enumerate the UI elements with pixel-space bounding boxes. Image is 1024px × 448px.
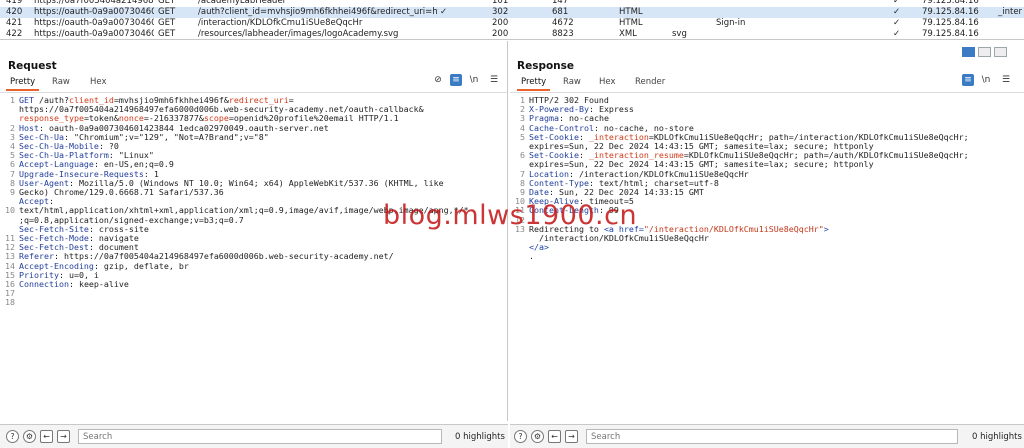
history-cell-ext: svg xyxy=(672,29,687,39)
request-search-input[interactable] xyxy=(78,429,442,444)
previous-arrow-icon[interactable]: ← xyxy=(40,430,53,443)
history-cell-num: 420 xyxy=(6,7,23,17)
history-cell-url: /interaction/KDLOfkCmu1iSUe8eQqcHr xyxy=(198,18,363,28)
history-cell-check2: ✓ xyxy=(893,18,901,28)
request-pane: Request Pretty Raw Hex ⊘ ≡ \n ☰ 1 GET /au… xyxy=(0,41,508,421)
code-line: Connection: keep-alive xyxy=(19,279,129,289)
history-cell-status: 101 xyxy=(492,0,509,6)
code-token-tag2: > xyxy=(823,223,829,234)
history-cell-host: https://oauth-0a9a00730460... xyxy=(34,18,154,28)
response-tab-render[interactable]: Render xyxy=(631,77,669,91)
history-cell-num: 419 xyxy=(6,0,23,6)
line-number: 1 xyxy=(10,95,15,105)
history-cell-mime: XML xyxy=(619,29,637,39)
response-title: Response xyxy=(517,60,575,72)
code-token-v: : gzip, deflate, br xyxy=(93,260,189,271)
history-cell-title: Sign-in xyxy=(716,18,746,28)
newline-icon[interactable]: \n xyxy=(468,74,480,86)
wrap-lines-icon[interactable]: ≡ xyxy=(962,74,974,86)
history-cell-ip: 79.125.84.16 xyxy=(922,29,979,39)
history-cell-length: 681 xyxy=(552,7,569,17)
line-number: 10 xyxy=(5,205,15,216)
history-cell-url: /auth?client_id=mvhsjio9mh6fkhhei496f&re… xyxy=(198,7,438,17)
history-cell-mime: HTML xyxy=(619,7,643,17)
history-cell-length: 4672 xyxy=(552,18,574,28)
response-search-bar: ? ⚙ ← → 0 highlights xyxy=(510,424,1024,448)
response-pane: Response Pretty Raw Hex Render ≡ \n ☰ 1H… xyxy=(510,41,1024,421)
response-editor[interactable]: 1 HTTP/2 302 Found 2 X-Powered-By: Express 3… xyxy=(510,94,1024,421)
response-divider xyxy=(510,92,1024,93)
layout-side-by-side-icon[interactable] xyxy=(962,47,975,57)
request-divider xyxy=(0,92,507,93)
history-cell-ip: 79.125.84.16 xyxy=(922,18,979,28)
history-cell-status: 302 xyxy=(492,7,509,17)
history-cell-ip: 79.125.84.16 xyxy=(922,0,979,6)
request-highlights-count: 0 highlights xyxy=(455,432,505,442)
request-tab-raw[interactable]: Raw xyxy=(48,77,74,91)
history-table: 419 https://0a7f005404a214968... GET/acade… xyxy=(0,0,1024,40)
code-line: . xyxy=(529,252,534,261)
request-title: Request xyxy=(8,60,57,72)
menu-icon[interactable]: ☰ xyxy=(1000,74,1012,86)
code-line: /interaction/KDLOfkCmu1iSUe8eQqcHr xyxy=(529,233,709,243)
watermark: blog.mlws1900.cn xyxy=(383,200,638,231)
history-cell-length: 147 xyxy=(552,0,569,6)
history-cell-method: GET xyxy=(158,29,176,39)
history-row[interactable]: 419 https://0a7f005404a214968... GET/acade… xyxy=(0,0,1024,7)
request-tab-pretty[interactable]: Pretty xyxy=(6,77,40,91)
wrap-lines-icon[interactable]: ≡ xyxy=(450,74,462,86)
response-highlights-count: 0 highlights xyxy=(972,432,1022,442)
response-search-input[interactable] xyxy=(586,429,958,444)
history-cell-method: GET xyxy=(158,0,176,6)
history-cell-url: /academyLabHeader xyxy=(198,0,287,6)
history-cell-host: https://oauth-0a9a00730460... xyxy=(34,29,154,39)
history-cell-extra: _inter xyxy=(998,7,1023,17)
history-cell-check2: ✓ xyxy=(893,0,901,6)
menu-icon[interactable]: ☰ xyxy=(488,74,500,86)
history-cell-mime: HTML xyxy=(619,18,643,28)
request-tab-hex[interactable]: Hex xyxy=(86,77,111,91)
request-editor[interactable]: 1 GET /auth?client_id=mvhsjio9mh6fkhhei49… xyxy=(0,94,507,421)
history-cell-num: 421 xyxy=(6,18,23,28)
help-icon[interactable]: ? xyxy=(514,430,527,443)
history-cell-check1: ✓ xyxy=(440,7,448,17)
request-search-bar: ? ⚙ ← → 0 highlights xyxy=(0,424,508,448)
code-token-raw: . xyxy=(529,251,534,262)
settings-gear-icon[interactable]: ⚙ xyxy=(23,430,36,443)
history-row[interactable]: 421 https://oauth-0a9a00730460... GET/inte… xyxy=(0,18,1024,29)
line-number: 18 xyxy=(5,297,15,308)
newline-icon[interactable]: \n xyxy=(980,74,992,86)
history-cell-method: GET xyxy=(158,7,176,17)
history-cell-num: 422 xyxy=(6,29,23,39)
history-cell-url: /resources/labheader/images/logoAcademy.… xyxy=(198,29,399,39)
hide-eye-icon[interactable]: ⊘ xyxy=(432,74,444,86)
layout-top-bottom-icon[interactable] xyxy=(978,47,991,57)
history-cell-host: https://oauth-0a9a00730460... xyxy=(34,7,154,17)
layout-tabs-icon[interactable] xyxy=(994,47,1007,57)
history-cell-host: https://0a7f005404a214968... xyxy=(34,0,154,6)
code-token-raw: /interaction/KDLOfkCmu1iSUe8eQqcHr xyxy=(529,233,709,243)
next-arrow-icon[interactable]: → xyxy=(565,430,578,443)
settings-gear-icon[interactable]: ⚙ xyxy=(531,430,544,443)
next-arrow-icon[interactable]: → xyxy=(57,430,70,443)
history-cell-method: GET xyxy=(158,18,176,28)
help-icon[interactable]: ? xyxy=(6,430,19,443)
line-number: 5 xyxy=(520,131,525,142)
history-cell-check2: ✓ xyxy=(893,29,901,39)
previous-arrow-icon[interactable]: ← xyxy=(548,430,561,443)
response-tab-pretty[interactable]: Pretty xyxy=(517,77,551,91)
history-cell-check2: ✓ xyxy=(893,7,901,17)
response-tab-raw[interactable]: Raw xyxy=(559,77,585,91)
line-number: 9 xyxy=(10,187,15,197)
history-cell-status: 200 xyxy=(492,29,509,39)
line-number: 6 xyxy=(520,150,525,161)
history-row[interactable]: 422 https://oauth-0a9a00730460... GET/reso… xyxy=(0,29,1024,39)
code-token-v: : keep-alive xyxy=(68,279,129,289)
history-cell-length: 8823 xyxy=(552,29,574,39)
history-cell-status: 200 xyxy=(492,18,509,28)
code-token-k: Connection xyxy=(19,279,69,289)
history-cell-ip: 79.125.84.16 xyxy=(922,7,979,17)
history-row[interactable]: 420 https://oauth-0a9a00730460... GET/auth… xyxy=(0,7,1024,18)
response-tab-hex[interactable]: Hex xyxy=(595,77,620,91)
